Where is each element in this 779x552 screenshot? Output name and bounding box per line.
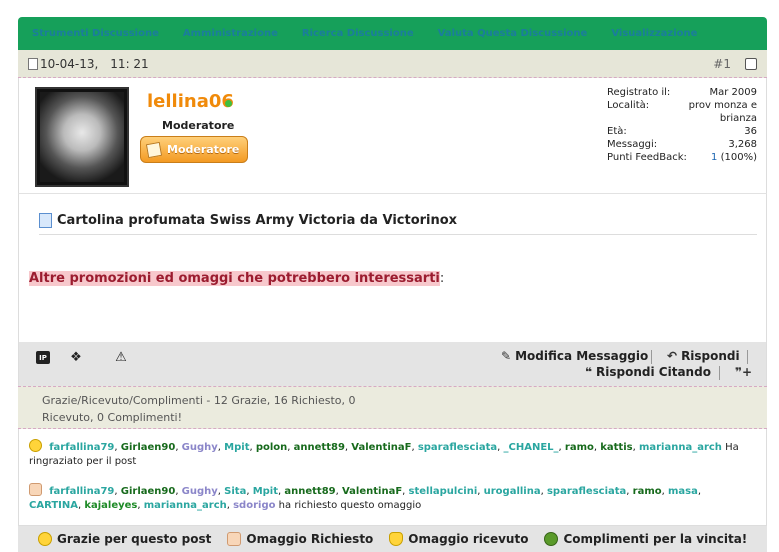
stat-registered: Registrato il: Mar 2009 <box>607 87 757 98</box>
document-icon <box>39 213 52 228</box>
badge-label: Moderatore <box>167 143 240 156</box>
user-link[interactable]: ramo <box>565 442 594 453</box>
stat-age: Età: 36 <box>607 126 757 137</box>
reply-arrow-icon: ↶ <box>667 349 678 363</box>
edit-post-button[interactable]: ✎ Modifica Messaggio <box>501 349 648 363</box>
user-link[interactable]: sdorigo <box>233 500 275 511</box>
multi-quote-button[interactable]: ❞+ <box>735 365 752 379</box>
action-divider <box>651 350 652 364</box>
thanks-summary-line-2: Ricevuto, 0 Complimenti! <box>42 411 182 424</box>
toolbar-strumenti-discussione[interactable]: Strumenti Discussione <box>32 28 159 39</box>
user-info-panel: lellina06 Moderatore Moderatore Registra… <box>18 78 767 194</box>
action-divider <box>747 350 748 364</box>
post-select-checkbox[interactable] <box>745 57 757 70</box>
smile-icon <box>38 532 52 546</box>
action-divider <box>719 366 720 380</box>
promo-line: Altre promozioni ed omaggi che potrebber… <box>29 271 445 286</box>
compliments-button[interactable]: Complimenti per la vincita! <box>544 532 747 546</box>
user-link[interactable]: polon <box>256 442 287 453</box>
user-link[interactable]: ValentinaF <box>342 486 402 497</box>
user-link[interactable]: annett89 <box>284 486 335 497</box>
user-link[interactable]: marianna_arch <box>639 442 722 453</box>
ip-icon[interactable]: IP <box>36 351 50 364</box>
tag-icon[interactable]: ❖ <box>69 350 83 365</box>
user-link[interactable]: marianna_arch <box>144 500 227 511</box>
post-content: Cartolina profumata Swiss Army Victoria … <box>18 194 767 342</box>
user-link[interactable]: Mpit <box>224 442 249 453</box>
user-link[interactable]: stellapulcini <box>409 486 478 497</box>
post-date: 10-04-13, <box>40 56 99 71</box>
flower-icon <box>544 532 559 546</box>
stat-messages: Messaggi: 3,268 <box>607 139 757 150</box>
feedback-count-link[interactable]: 1 <box>711 152 717 163</box>
thread-toolbar: Strumenti Discussione Amministrazione Ri… <box>18 17 767 50</box>
post-status-icon <box>28 57 38 70</box>
user-link[interactable]: farfallina79 <box>49 442 114 453</box>
user-link[interactable]: CARTINA <box>29 500 78 511</box>
username-link[interactable]: lellina06 <box>147 91 234 112</box>
toolbar-valuta-discussione[interactable]: Valuta Questa Discussione <box>438 28 588 39</box>
moderator-badge: Moderatore <box>140 136 248 163</box>
user-link[interactable]: farfallina79 <box>49 486 114 497</box>
post-action-bar: IP ❖ ⚠ ✎ Modifica Messaggio ↶ Rispondi ❝… <box>18 342 767 386</box>
smile-icon <box>29 439 42 452</box>
toolbar-amministrazione[interactable]: Amministrazione <box>183 28 278 39</box>
post-container: Strumenti Discussione Amministrazione Ri… <box>18 17 767 552</box>
thanks-button[interactable]: Grazie per questo post <box>38 532 211 546</box>
toolbar-visualizzazione[interactable]: Visualizzazione <box>611 28 697 39</box>
requested-users-line: farfallina79, Girlaen90, Gughy, Sita, Mp… <box>29 483 756 513</box>
stat-feedback: Punti FeedBack: 1 (100%) <box>607 152 757 163</box>
gift-requested-button[interactable]: Omaggio Richiesto <box>227 532 373 546</box>
post-number-link[interactable]: #1 <box>713 57 731 71</box>
user-link[interactable]: sparaflesciata <box>418 442 497 453</box>
stat-location: Località: prov monza e brianza <box>607 100 757 124</box>
user-link[interactable]: masa <box>668 486 698 497</box>
online-status-icon <box>225 100 232 107</box>
quote-reply-button[interactable]: ❝ Rispondi Citando <box>585 365 711 379</box>
user-link[interactable]: Mpit <box>253 486 278 497</box>
pencil-icon: ✎ <box>501 349 512 363</box>
gift-hand-icon <box>29 483 42 496</box>
gift-icon <box>227 532 242 546</box>
user-link[interactable]: ramo <box>633 486 662 497</box>
multi-quote-icon: ❞+ <box>735 365 753 379</box>
thanked-users-line: farfallina79, Girlaen90, Gughy, Mpit, po… <box>29 439 756 469</box>
user-link[interactable]: ValentinaF <box>351 442 411 453</box>
user-role: Moderatore <box>162 119 235 132</box>
gift-received-button[interactable]: Omaggio ricevuto <box>389 532 528 546</box>
user-link[interactable]: Girlaen90 <box>121 442 176 453</box>
post-title: Cartolina profumata Swiss Army Victoria … <box>57 213 458 228</box>
user-link[interactable]: annett89 <box>294 442 345 453</box>
report-warning-icon[interactable]: ⚠ <box>114 350 128 365</box>
reaction-bar: Grazie per questo post Omaggio Richiesto… <box>18 525 767 552</box>
requested-suffix: ha richiesto questo omaggio <box>278 500 422 511</box>
user-link[interactable]: Gughy <box>182 442 218 453</box>
quote-icon: ❝ <box>585 365 593 379</box>
user-link[interactable]: sparaflesciata <box>547 486 626 497</box>
post-date-bar: 10-04-13, 11: 21 #1 <box>18 50 767 78</box>
user-link[interactable]: Sita <box>224 486 246 497</box>
thanks-lists: farfallina79, Girlaen90, Gughy, Mpit, po… <box>18 429 767 525</box>
reply-button[interactable]: ↶ Rispondi <box>667 349 740 363</box>
post-title-row: Cartolina profumata Swiss Army Victoria … <box>39 213 757 235</box>
user-link[interactable]: kattis <box>600 442 632 453</box>
user-link[interactable]: Girlaen90 <box>121 486 176 497</box>
thanks-summary-line-1: Grazie/Ricevuto/Complimenti - 12 Grazie,… <box>42 394 356 407</box>
post-time: 11: 21 <box>110 56 149 71</box>
user-link[interactable]: kajaleyes <box>84 500 137 511</box>
user-link[interactable]: Gughy <box>182 486 218 497</box>
received-icon <box>389 532 404 546</box>
user-link[interactable]: urogallina <box>484 486 541 497</box>
note-icon <box>145 141 163 158</box>
avatar[interactable] <box>35 87 129 187</box>
user-stats: Registrato il: Mar 2009 Località: prov m… <box>607 86 757 164</box>
avatar-image <box>40 92 124 182</box>
thanks-summary: Grazie/Ricevuto/Complimenti - 12 Grazie,… <box>18 386 767 429</box>
promo-link[interactable]: Altre promozioni ed omaggi che potrebber… <box>29 271 440 286</box>
user-link[interactable]: _CHANEL_ <box>504 442 559 453</box>
toolbar-ricerca-discussione[interactable]: Ricerca Discussione <box>302 28 414 39</box>
